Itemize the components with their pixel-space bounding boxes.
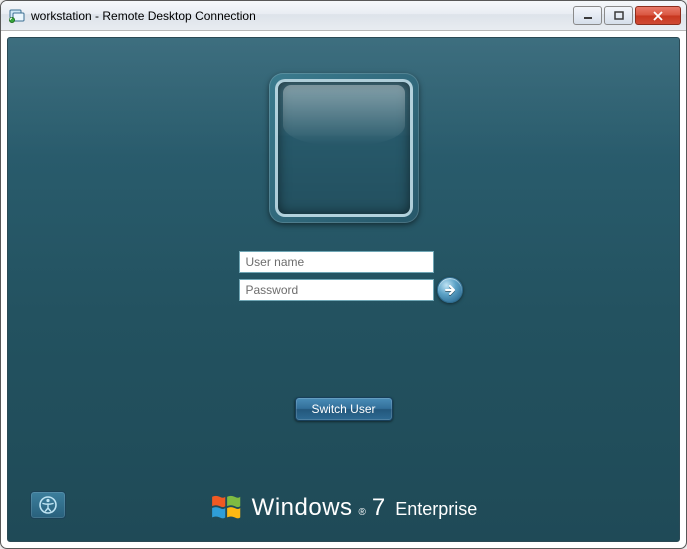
brand-version: 7 <box>372 494 385 522</box>
brand-product: Windows <box>252 494 353 522</box>
brand-edition: Enterprise <box>395 499 477 520</box>
username-input[interactable] <box>239 251 434 273</box>
ease-of-access-button[interactable] <box>30 491 66 519</box>
login-screen: Switch User Windows ® 7 Enterprise <box>7 37 680 542</box>
password-input[interactable] <box>239 279 434 301</box>
maximize-button[interactable] <box>604 6 633 25</box>
window-title: workstation - Remote Desktop Connection <box>31 9 573 23</box>
rdc-window: workstation - Remote Desktop Connection <box>0 0 687 549</box>
rdc-app-icon <box>9 8 25 24</box>
brand-text: Windows ® 7 Enterprise <box>252 494 478 522</box>
close-button[interactable] <box>635 6 681 25</box>
windows-branding: Windows ® 7 Enterprise <box>210 493 478 523</box>
submit-arrow-button[interactable] <box>437 277 463 303</box>
switch-user-button[interactable]: Switch User <box>294 397 392 421</box>
login-area <box>164 73 524 307</box>
user-picture-tile <box>269 73 419 223</box>
windows-flag-icon <box>210 493 242 523</box>
minimize-button[interactable] <box>573 6 602 25</box>
brand-reg: ® <box>359 507 366 518</box>
credential-fields <box>239 251 449 307</box>
window-controls <box>573 6 681 25</box>
titlebar[interactable]: workstation - Remote Desktop Connection <box>1 1 686 31</box>
